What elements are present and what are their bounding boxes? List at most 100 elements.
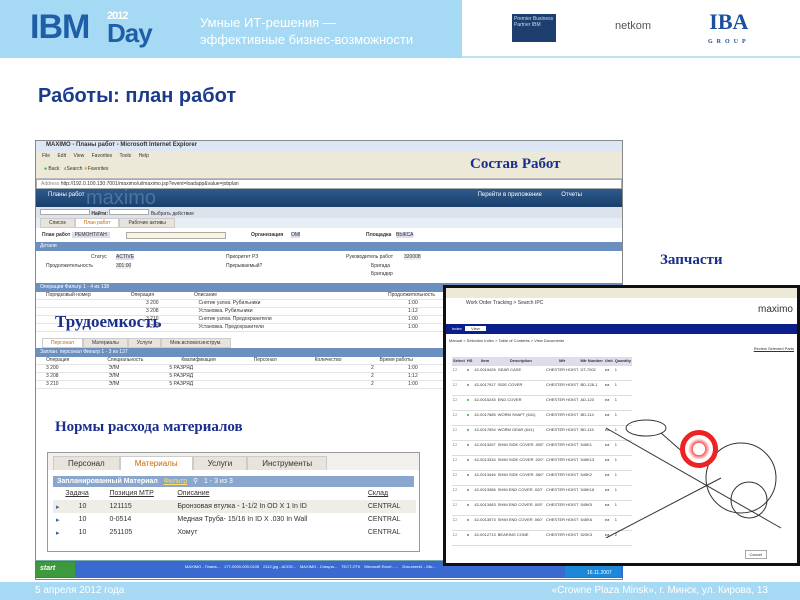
task-item[interactable]: 177-0000-000-0105: [224, 564, 259, 569]
col[interactable]: Склад: [365, 487, 416, 500]
nav-view[interactable]: View: [465, 326, 486, 331]
labor-filter[interactable]: Фильтр: [83, 349, 100, 355]
select-checkbox[interactable]: ☐: [452, 395, 466, 411]
col[interactable]: Операция: [131, 292, 154, 299]
select-checkbox[interactable]: ☐: [452, 470, 466, 486]
materials-header: Задача Позиция МТР Описание Склад: [53, 487, 416, 500]
site-field[interactable]: ВЫКСА: [396, 232, 414, 238]
search-button[interactable]: Search: [67, 166, 83, 172]
task-item[interactable]: Microsoft Excel - ...: [364, 564, 398, 569]
cancel-button[interactable]: Cancel: [744, 550, 767, 559]
status-field[interactable]: ACTIVE: [116, 254, 135, 260]
select-checkbox[interactable]: ☐: [452, 440, 466, 456]
tab-labor[interactable]: Персонал: [42, 338, 83, 348]
query-select[interactable]: [40, 209, 90, 215]
hotspot-icon[interactable]: ■: [465, 440, 474, 456]
task-item[interactable]: TECT-ПТК: [341, 564, 360, 569]
tab-materials[interactable]: Материалы: [119, 456, 193, 470]
menu-help[interactable]: Help: [139, 153, 149, 159]
hotspot-icon[interactable]: ■: [465, 395, 474, 411]
select-checkbox[interactable]: ☐: [452, 380, 466, 396]
cell: CHESTER HOIST: [544, 515, 580, 531]
review-parts-link[interactable]: Review Selected Parts: [754, 346, 794, 351]
select-checkbox[interactable]: ☐: [452, 500, 466, 516]
supervisor-field[interactable]: 320008: [404, 254, 421, 260]
col[interactable]: Операция: [46, 357, 69, 364]
task-item[interactable]: MAXIMO - Спецна...: [300, 564, 337, 569]
table-row[interactable]: ▸ 10 251105 Хомут CENTRAL: [53, 526, 416, 539]
tab-jobplan[interactable]: План работ: [74, 218, 120, 228]
select-checkbox[interactable]: ☐: [452, 485, 466, 501]
tab-tools[interactable]: Меж.вспомог.инструм.: [161, 338, 231, 348]
select-checkbox[interactable]: ☐: [452, 530, 466, 546]
select-checkbox[interactable]: ☐: [452, 455, 466, 471]
cell[interactable]: 10: [62, 500, 106, 513]
menu-file[interactable]: File: [42, 153, 50, 159]
hotspot-icon[interactable]: ■: [465, 380, 474, 396]
org-field[interactable]: OMI: [291, 232, 301, 238]
row-expand-icon[interactable]: ▸: [53, 526, 62, 539]
back-icon[interactable]: ●: [44, 166, 47, 172]
menu-view[interactable]: View: [73, 153, 84, 159]
menu-edit[interactable]: Edit: [57, 153, 66, 159]
tab-materials[interactable]: Материалы: [82, 338, 128, 348]
hotspot-icon[interactable]: ■: [465, 530, 474, 546]
highlighted-gear[interactable]: [680, 430, 718, 468]
select-checkbox[interactable]: ☐: [452, 515, 466, 531]
col[interactable]: Задача: [62, 487, 106, 500]
hotspot-icon[interactable]: ■: [465, 365, 474, 381]
col[interactable]: Продолжительность: [388, 292, 435, 298]
col[interactable]: Персонал: [254, 357, 277, 364]
hotspot-icon[interactable]: ■: [465, 485, 474, 501]
cell[interactable]: Бронзовая втулка - 1-1/2 In OD X 1 In ID: [174, 500, 365, 513]
col[interactable]: Квалификация: [181, 357, 215, 364]
cell[interactable]: CENTRAL: [365, 500, 416, 513]
col[interactable]: Специальность: [107, 357, 143, 364]
hotspot-icon[interactable]: ■: [465, 425, 474, 441]
plan-description-field[interactable]: [126, 232, 226, 239]
task-item[interactable]: Document1 - Mic...: [402, 564, 436, 569]
cell[interactable]: 121115: [106, 500, 174, 513]
reports-link[interactable]: Отчеты: [561, 192, 582, 198]
hotspot-icon[interactable]: ■: [465, 470, 474, 486]
task-item[interactable]: 2112.jpg - ACDS...: [263, 564, 296, 569]
col[interactable]: Позиция МТР: [106, 487, 174, 500]
start-button[interactable]: start: [35, 562, 75, 577]
ops-filter[interactable]: Фильтр: [65, 284, 82, 290]
plan-field[interactable]: РЕМОНТ/ГАН: [71, 232, 110, 238]
table-row[interactable]: ▸ 10 0-0514 Медная Труба- 15/16 In ID X .03…: [53, 513, 416, 526]
nav-index[interactable]: Index: [452, 326, 462, 331]
row-expand-icon[interactable]: ▸: [53, 500, 62, 513]
hotspot-icon[interactable]: ■: [465, 500, 474, 516]
back-button[interactable]: Back: [48, 166, 59, 172]
binoculars-icon[interactable]: ⚲: [193, 478, 198, 485]
col[interactable]: Описание: [194, 292, 217, 299]
menu-tools[interactable]: Tools: [119, 153, 131, 159]
tab-services[interactable]: Услуги: [192, 456, 248, 470]
hotspot-icon[interactable]: ■: [465, 515, 474, 531]
tab-labor[interactable]: Персонал: [53, 456, 120, 470]
select-checkbox[interactable]: ☐: [452, 365, 466, 381]
select-checkbox[interactable]: ☐: [452, 410, 466, 426]
select-checkbox[interactable]: ☐: [452, 425, 466, 441]
action-select[interactable]: Выбрать действие: [151, 211, 194, 217]
col[interactable]: Количество: [315, 357, 342, 364]
table-row[interactable]: ▸ 10 121115 Бронзовая втулка - 1-1/2 In OD …: [53, 500, 416, 513]
breadcrumb[interactable]: Manual > Selection Index > Table of Cont…: [449, 338, 564, 343]
task-item[interactable]: MAXIMO - Плана...: [185, 564, 220, 569]
goto-link[interactable]: Перейти в приложение: [478, 192, 542, 198]
hotspot-icon[interactable]: ■: [465, 410, 474, 426]
col[interactable]: Время работы: [379, 357, 412, 364]
duration-field[interactable]: 301:00: [116, 263, 132, 269]
tab-tools[interactable]: Инструменты: [247, 456, 328, 470]
filter-link[interactable]: Фильтр: [164, 478, 188, 485]
hotspot-icon[interactable]: ■: [465, 455, 474, 471]
tab-list[interactable]: Список: [40, 218, 75, 228]
tab-services[interactable]: Услуги: [127, 338, 162, 348]
row-expand-icon[interactable]: ▸: [53, 513, 62, 526]
col[interactable]: Описание: [174, 487, 365, 500]
favorites-button[interactable]: Favorites: [88, 166, 109, 172]
col[interactable]: Порядковый номер: [46, 292, 91, 299]
menu-favorites[interactable]: Favorites: [92, 153, 113, 159]
tab-assets[interactable]: Рабочие активы: [119, 218, 175, 228]
